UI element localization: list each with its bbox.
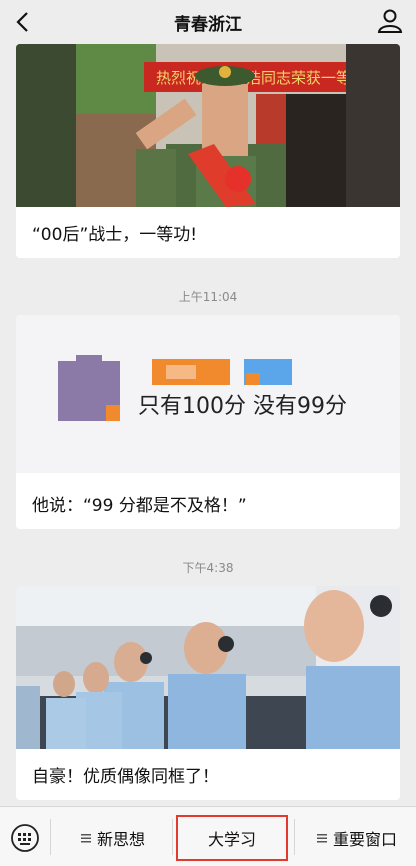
tab-zhongyao-chuangkou[interactable]: 重要窗口 bbox=[300, 815, 414, 861]
menu-lines-icon bbox=[316, 834, 327, 843]
tab-label: 新思想 bbox=[96, 830, 145, 849]
tab-label: 大学习 bbox=[207, 830, 256, 849]
tab-xin-sixiang[interactable]: 新思想 bbox=[58, 815, 168, 861]
soldier-photo: 热烈祝贺王子浩同志荣获一等功 bbox=[16, 44, 400, 207]
divider bbox=[172, 819, 173, 855]
article-card-2[interactable]: 只有100分 没有99分 他说：“99 分都是不及格！” bbox=[16, 315, 400, 529]
menu-lines-icon bbox=[80, 834, 91, 843]
timestamp: 下午4:38 bbox=[182, 561, 234, 575]
user-icon[interactable] bbox=[376, 7, 404, 35]
timestamp: 上午11:04 bbox=[178, 290, 238, 304]
divider bbox=[294, 819, 295, 855]
tab-label: 重要窗口 bbox=[332, 830, 397, 849]
control-room-photo bbox=[16, 586, 400, 749]
card-caption: “00后”战士，一等功! bbox=[32, 225, 198, 245]
tab-da-xuexi[interactable]: 大学习 bbox=[176, 815, 288, 861]
article-card-1[interactable]: 热烈祝贺王子浩同志荣获一等功 “00后”战士，一等功! bbox=[16, 44, 400, 258]
article-card-3[interactable]: 自豪！优质偶像同框了！ bbox=[16, 586, 400, 800]
card-caption: 自豪！优质偶像同框了！ bbox=[32, 767, 219, 787]
page-title: 青春浙江 bbox=[174, 15, 242, 35]
divider bbox=[50, 819, 51, 855]
card-caption: 他说：“99 分都是不及格！” bbox=[32, 496, 247, 516]
top-bar: 青春浙江 bbox=[0, 0, 416, 44]
banner-text: 热烈祝贺王子浩同志荣获一等功 bbox=[156, 69, 366, 87]
bottom-menu-bar: 新思想 大学习 重要窗口 bbox=[0, 806, 416, 866]
score-graphic: 只有100分 没有99分 bbox=[16, 315, 400, 473]
score-text: 只有100分 没有99分 bbox=[138, 394, 347, 419]
keyboard-icon[interactable] bbox=[10, 823, 40, 853]
